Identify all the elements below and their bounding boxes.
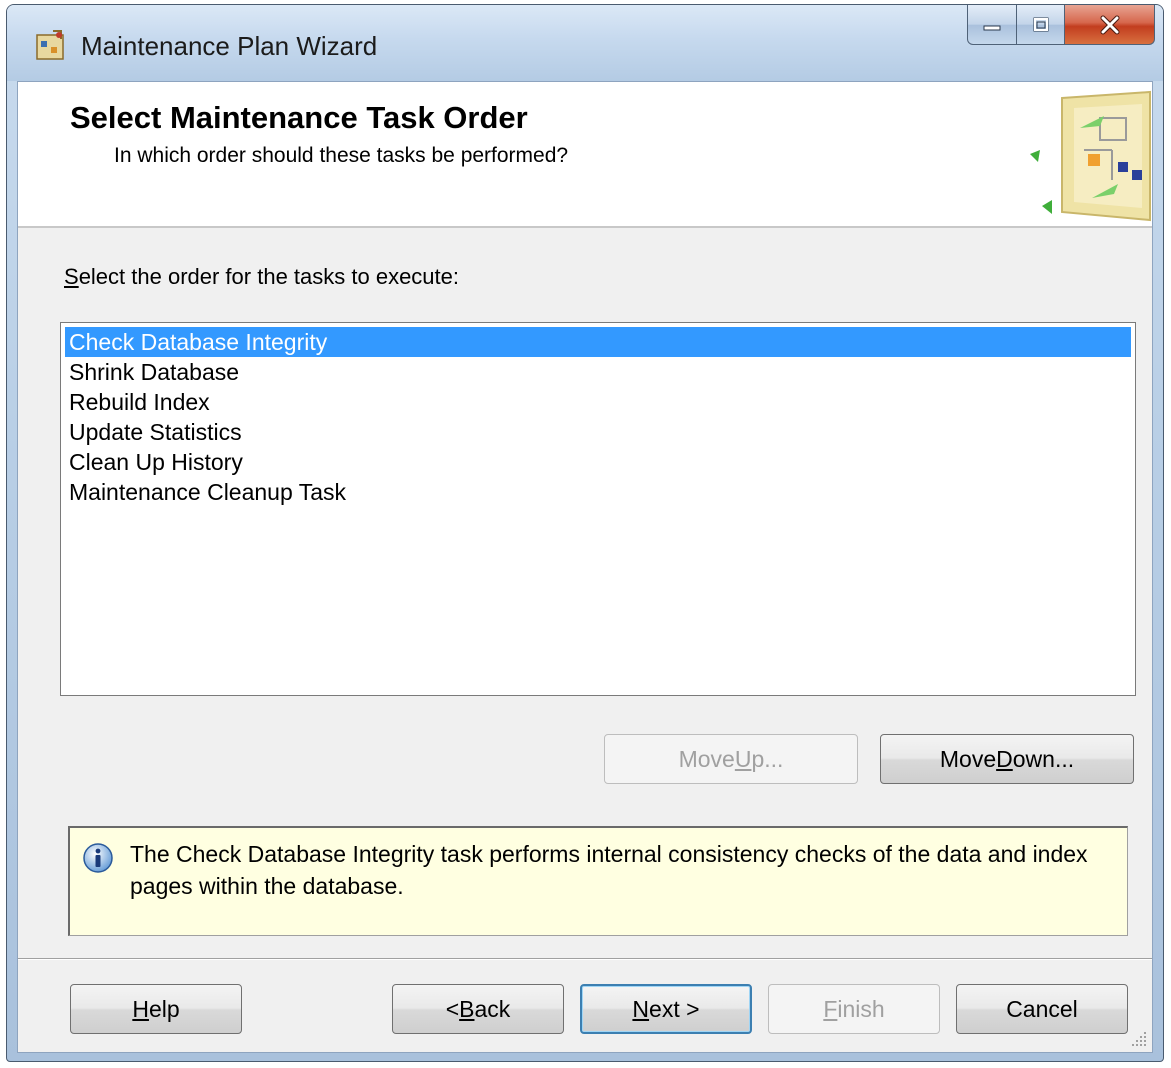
list-item[interactable]: Rebuild Index xyxy=(65,387,1131,417)
back-mnemonic: B xyxy=(459,995,475,1022)
move-up-label-pre: Move xyxy=(678,745,735,772)
instruction-mnemonic: S xyxy=(64,264,79,289)
dialog-client-area: Select Maintenance Task Order In which o… xyxy=(17,81,1153,1053)
back-label-pre: < xyxy=(445,995,460,1022)
task-description-text: The Check Database Integrity task perfor… xyxy=(130,841,1088,899)
list-item[interactable]: Check Database Integrity xyxy=(65,327,1131,357)
maximize-button[interactable] xyxy=(1017,5,1065,45)
header-banner: Select Maintenance Task Order In which o… xyxy=(18,82,1152,228)
finish-button[interactable]: Finish xyxy=(768,984,940,1034)
help-button[interactable]: Help xyxy=(70,984,242,1034)
wizard-banner-icon xyxy=(1030,90,1151,222)
move-down-label-pre: Move xyxy=(939,745,997,772)
finish-mnemonic: F xyxy=(823,995,838,1022)
help-mnemonic: H xyxy=(132,995,149,1022)
list-item[interactable]: Shrink Database xyxy=(65,357,1131,387)
move-up-mnemonic: U xyxy=(734,745,752,772)
close-button[interactable] xyxy=(1065,5,1155,45)
move-down-button[interactable]: Move Down... xyxy=(880,734,1134,784)
next-mnemonic: N xyxy=(632,995,650,1022)
move-up-label-post: p... xyxy=(751,745,784,772)
wizard-window: Maintenance Plan Wizard Select Maintenan… xyxy=(6,4,1164,1062)
task-description-box: The Check Database Integrity task perfor… xyxy=(68,826,1128,936)
page-subtitle: In which order should these tasks be per… xyxy=(114,144,569,167)
cancel-button[interactable]: Cancel xyxy=(956,984,1128,1034)
move-down-label-post: own... xyxy=(1012,745,1075,772)
move-up-button[interactable]: Move Up... xyxy=(604,734,858,784)
list-item[interactable]: Maintenance Cleanup Task xyxy=(65,477,1131,507)
next-label-post: ext > xyxy=(649,995,700,1022)
instruction-label: Select the order for the tasks to execut… xyxy=(64,264,459,290)
cancel-label: Cancel xyxy=(1006,995,1078,1022)
info-icon xyxy=(83,843,113,873)
maximize-icon xyxy=(1033,17,1048,31)
wizard-app-icon xyxy=(36,30,64,60)
window-title: Maintenance Plan Wizard xyxy=(81,31,378,61)
minimize-icon xyxy=(983,25,1001,30)
footer-separator xyxy=(18,958,1152,960)
list-item[interactable]: Clean Up History xyxy=(65,447,1131,477)
title-bar[interactable]: Maintenance Plan Wizard xyxy=(7,5,1163,81)
minimize-button[interactable] xyxy=(967,5,1017,45)
caption-buttons xyxy=(967,5,1155,49)
finish-label-post: inish xyxy=(837,995,885,1022)
page-title: Select Maintenance Task Order xyxy=(70,100,528,135)
back-label-post: ack xyxy=(474,995,511,1022)
list-item[interactable]: Update Statistics xyxy=(65,417,1131,447)
task-order-list[interactable]: Check Database Integrity Shrink Database… xyxy=(60,322,1136,696)
move-down-mnemonic: D xyxy=(996,745,1013,772)
help-label-post: elp xyxy=(148,995,180,1022)
instruction-text: elect the order for the tasks to execute… xyxy=(78,264,460,289)
close-icon xyxy=(1100,15,1119,34)
back-button[interactable]: < Back xyxy=(392,984,564,1034)
resize-grip-icon[interactable] xyxy=(1130,1030,1148,1048)
next-button[interactable]: Next > xyxy=(580,984,752,1034)
